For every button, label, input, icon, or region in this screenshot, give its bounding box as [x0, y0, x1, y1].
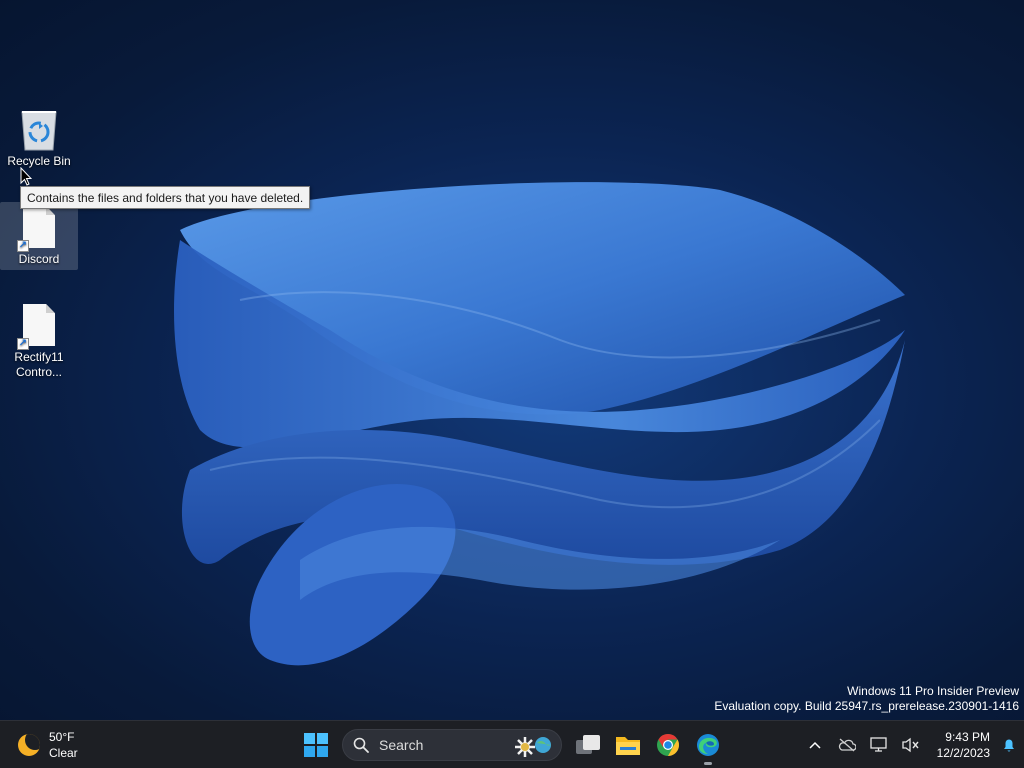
desktop-icon-discord[interactable]: ↗ Discord	[0, 202, 78, 270]
search-highlight-icon	[515, 737, 551, 757]
edge-icon	[697, 734, 719, 756]
chrome-button[interactable]	[648, 725, 688, 765]
taskbar: 50°F Clear Search 9:43 PM 12/2/2023	[0, 720, 1024, 768]
file-explorer-icon	[616, 737, 640, 755]
notification-bell-icon	[1004, 739, 1014, 752]
show-hidden-icons-button[interactable]	[801, 731, 829, 759]
start-button[interactable]	[296, 725, 336, 765]
network-button[interactable]	[865, 731, 893, 759]
clock[interactable]: 9:43 PM 12/2/2023	[937, 729, 990, 761]
mouse-cursor-icon	[20, 167, 32, 186]
desktop-icon-rectify11[interactable]: ↗ Rectify11 Contro...	[0, 300, 78, 384]
desktop-icon-recycle-bin[interactable]: Recycle Bin	[0, 104, 78, 178]
weather-widget[interactable]: 50°F Clear	[18, 729, 78, 761]
system-tray: 9:43 PM 12/2/2023	[797, 721, 1024, 768]
search-placeholder: Search	[379, 737, 424, 753]
onedrive-button[interactable]	[833, 731, 861, 759]
desktop-icon-label: Rectify11 Contro...	[14, 350, 64, 379]
windows-start-icon	[304, 733, 328, 757]
task-view-icon	[576, 735, 600, 754]
watermark-line-2: Evaluation copy. Build 25947.rs_prerelea…	[714, 699, 1019, 713]
network-icon	[869, 737, 887, 752]
notifications-button[interactable]	[994, 721, 1024, 768]
volume-muted-icon	[901, 737, 919, 753]
running-indicator	[704, 762, 712, 765]
chrome-icon	[657, 734, 679, 756]
chevron-up-icon	[809, 741, 821, 749]
search-icon	[353, 737, 369, 753]
weather-temperature: 50°F	[49, 730, 75, 744]
task-view-button[interactable]	[568, 725, 608, 765]
desktop[interactable]: Recycle Bin ↗ Discord ↗ Rectify11 Contro…	[0, 0, 1024, 720]
weather-condition: Clear	[49, 746, 78, 760]
rectify11-shortcut-icon: ↗	[17, 304, 59, 350]
moon-icon	[18, 734, 40, 756]
desktop-icon-label: Discord	[18, 252, 60, 266]
clock-date: 12/2/2023	[936, 746, 990, 760]
file-explorer-button[interactable]	[608, 725, 648, 765]
edge-button[interactable]	[688, 725, 728, 765]
recycle-bin-icon	[19, 108, 59, 152]
desktop-icon-label: Recycle Bin	[7, 154, 71, 168]
shortcut-arrow-icon: ↗	[17, 240, 29, 252]
discord-shortcut-icon: ↗	[17, 206, 59, 252]
evaluation-watermark: Windows 11 Pro Insider Preview Evaluatio…	[714, 684, 1019, 714]
watermark-line-1: Windows 11 Pro Insider Preview	[847, 684, 1019, 698]
wallpaper-bloom	[174, 182, 906, 666]
volume-button[interactable]	[897, 731, 925, 759]
clock-time: 9:43 PM	[945, 730, 990, 744]
tooltip: Contains the files and folders that you …	[20, 186, 311, 209]
onedrive-icon	[838, 738, 856, 752]
taskbar-center: Search	[296, 725, 728, 765]
shortcut-arrow-icon: ↗	[17, 338, 29, 350]
taskbar-search-box[interactable]: Search	[342, 729, 562, 761]
